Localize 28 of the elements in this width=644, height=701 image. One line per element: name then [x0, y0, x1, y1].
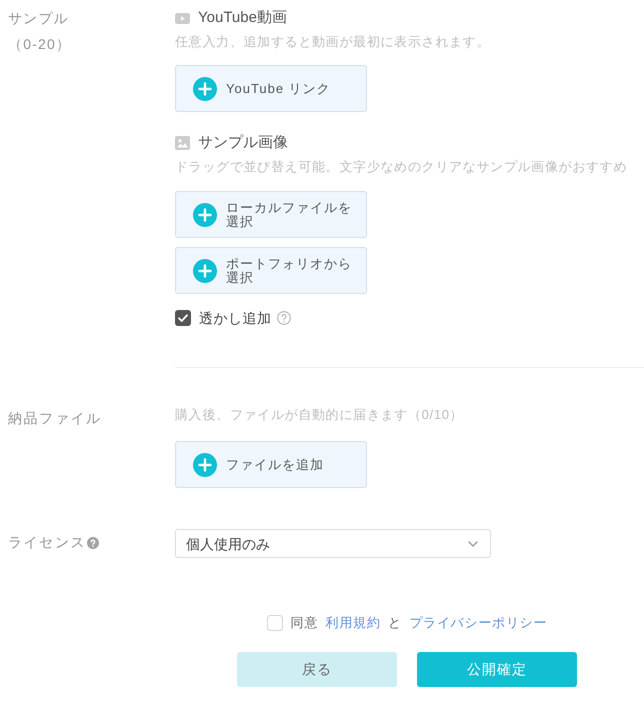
hint-text: 購入後、ファイルが自動的に届きます（0/10）: [175, 406, 464, 424]
plus-icon: [193, 76, 217, 100]
checkbox[interactable]: [266, 615, 283, 631]
chevron-down-icon: [468, 540, 478, 546]
count-label: （0-20）: [8, 35, 72, 54]
checkbox[interactable]: [175, 310, 191, 326]
section-title: サンプル画像: [198, 133, 288, 153]
plus-icon: [193, 452, 217, 476]
add-image-button[interactable]: ポートフォリオから選択: [175, 247, 367, 294]
section-label: サンプル: [8, 9, 70, 28]
help-icon[interactable]: [276, 311, 290, 325]
add-link-button[interactable]: YouTube リンク: [175, 65, 367, 112]
license-select[interactable]: 個人使用のみ: [175, 529, 491, 558]
image-icon: [175, 136, 190, 150]
add-file-button[interactable]: ファイルを追加: [175, 441, 367, 488]
hint-text: ドラッグで並び替え可能。文字少なめのクリアなサンプル画像がおすすめ: [175, 158, 628, 176]
section-label: ライセンス: [8, 533, 86, 552]
agreement-text: 同意 利用規約 と プライバシーポリシー: [290, 614, 548, 632]
checkbox-label: 透かし追加: [199, 309, 272, 328]
plus-icon: [193, 202, 217, 226]
video-icon: [175, 12, 190, 24]
help-icon[interactable]: [87, 537, 99, 549]
add-image-button[interactable]: ローカルファイルを選択: [175, 191, 367, 238]
section-title: YouTube動画: [198, 8, 287, 28]
section-label: 納品ファイル: [8, 409, 103, 428]
plus-icon: [193, 258, 217, 282]
back-button[interactable]: 戻る: [237, 652, 397, 687]
hint-text: 任意入力、追加すると動画が最初に表示されます。: [175, 33, 490, 51]
